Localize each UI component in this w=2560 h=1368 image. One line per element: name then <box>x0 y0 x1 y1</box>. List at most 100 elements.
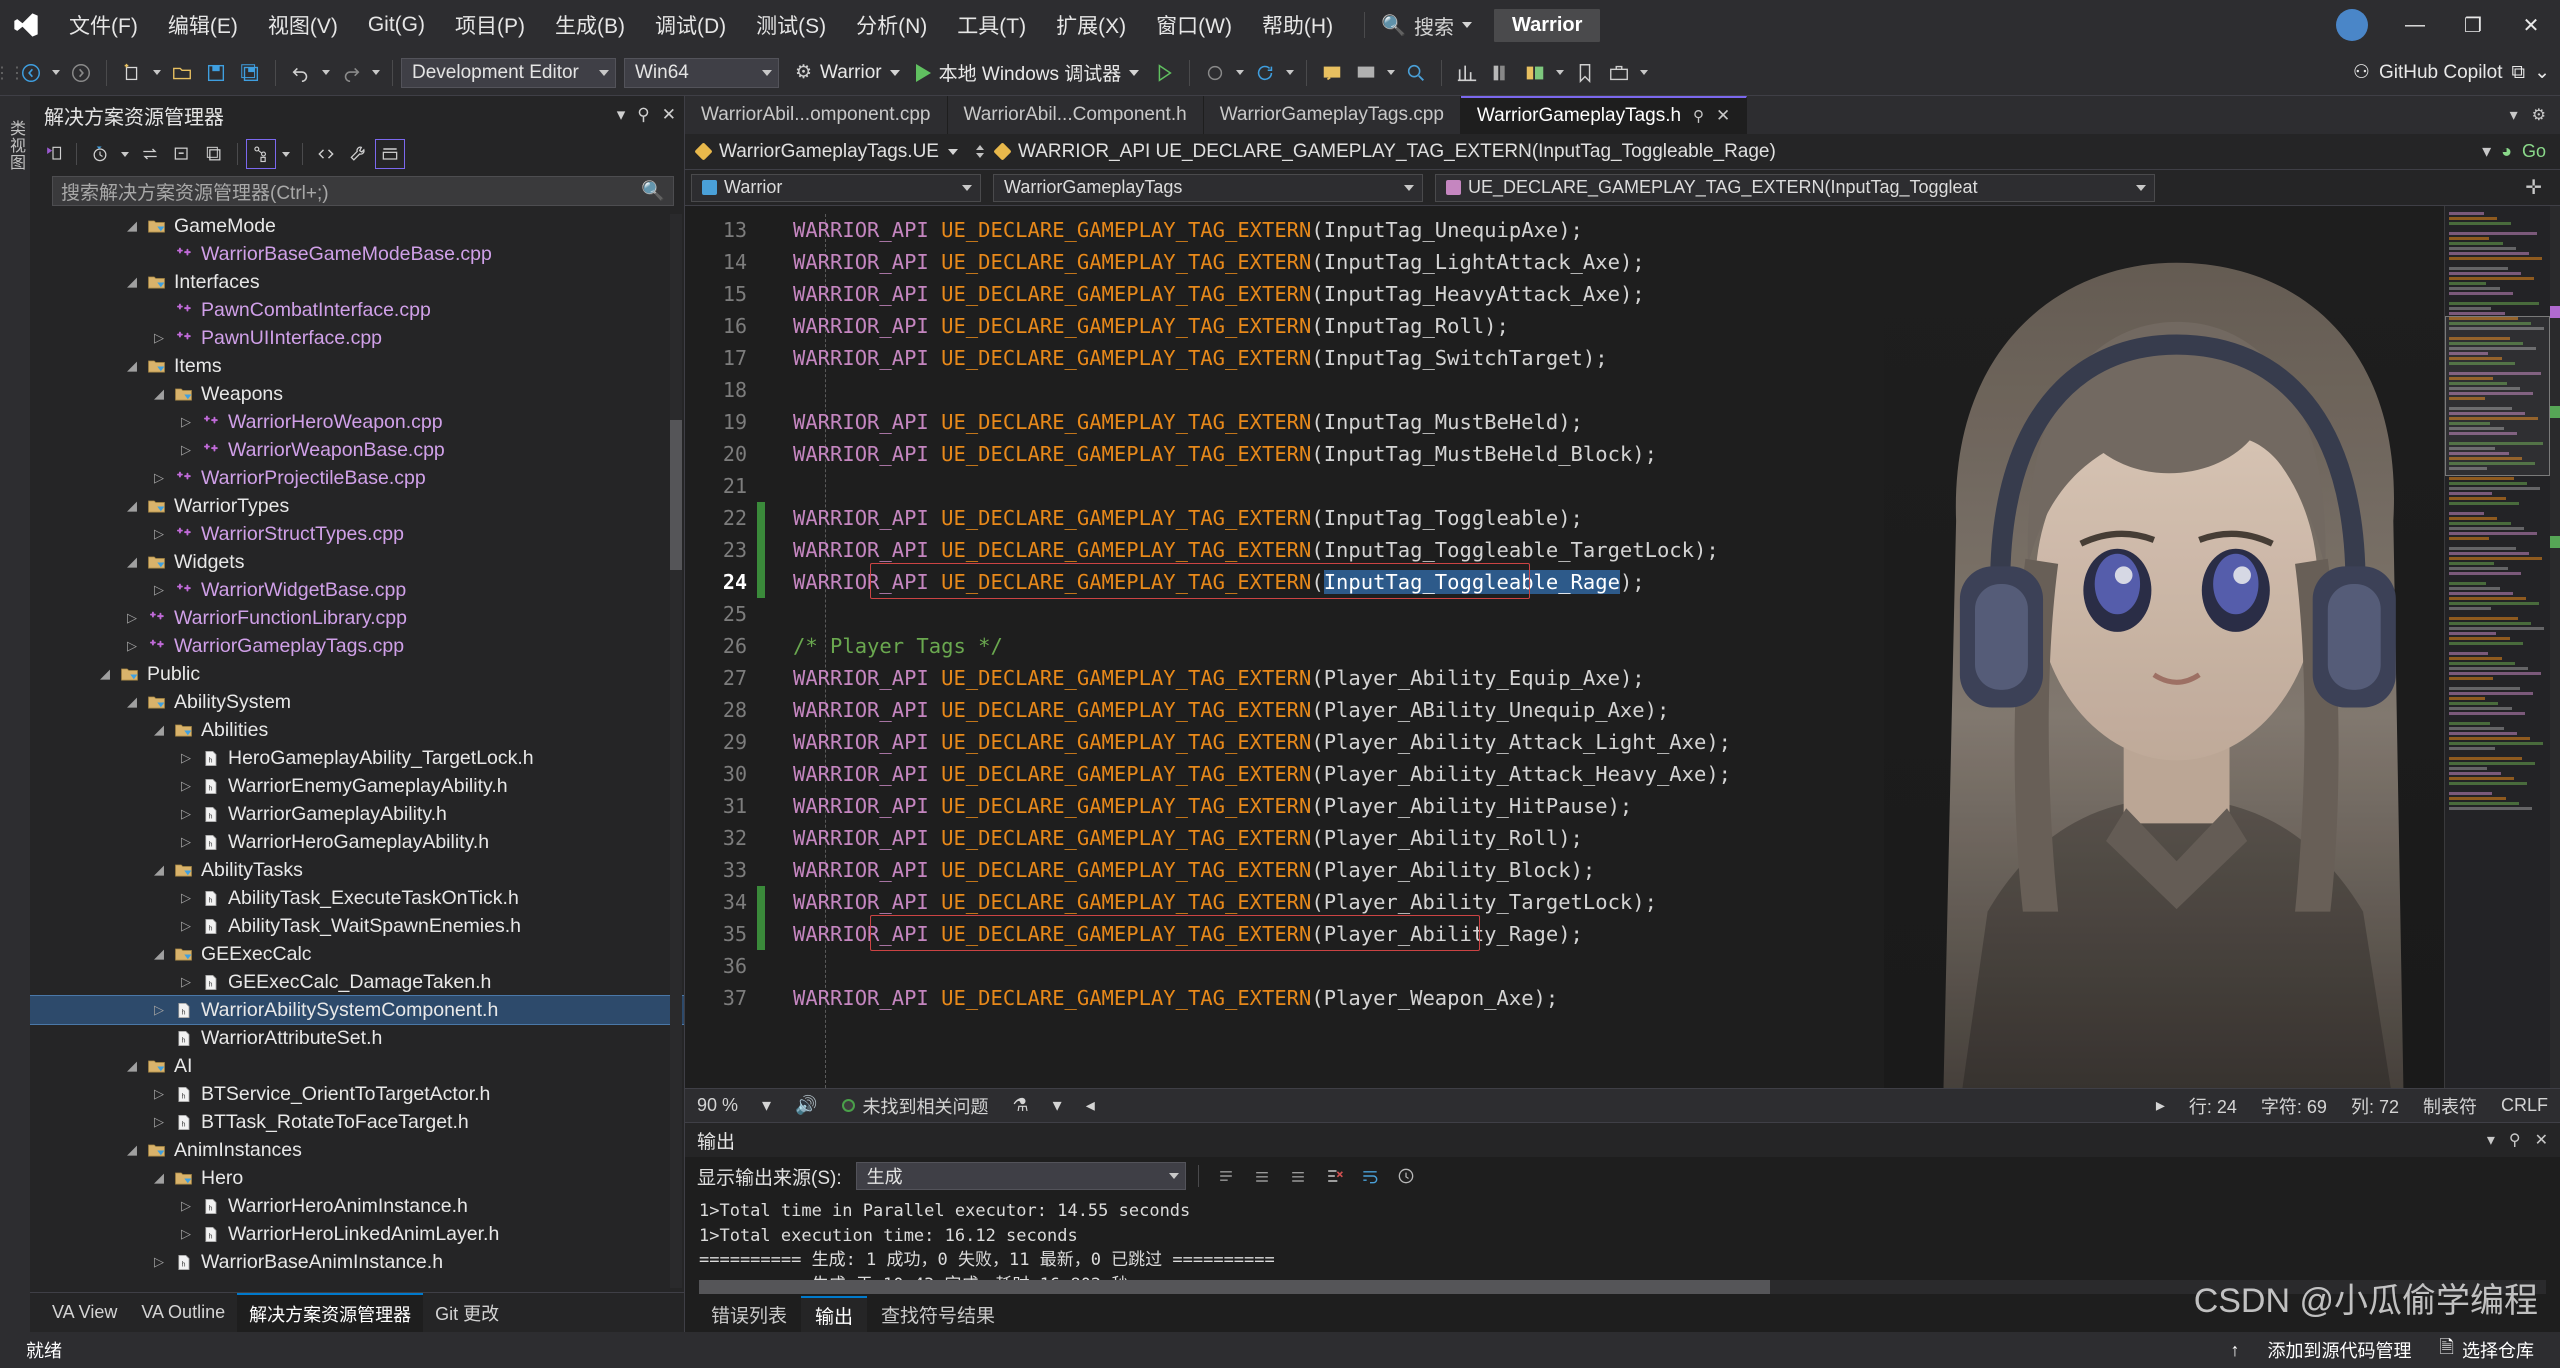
view-code-icon[interactable] <box>311 139 341 169</box>
twisty-collapsed-icon[interactable]: ▷ <box>175 890 197 906</box>
twisty-expanded-icon[interactable]: ◢ <box>148 862 170 878</box>
tree-scrollbar-thumb[interactable] <box>670 420 682 570</box>
github-copilot-button[interactable]: ⚇ GitHub Copilot ⧉ ⌄ <box>2353 61 2560 84</box>
tree-item-warriorabilitysystemcomponent-h[interactable]: ▷ h WarriorAbilitySystemComponent.h <box>30 995 684 1025</box>
zoom-dropdown-icon[interactable]: ▾ <box>750 1095 783 1116</box>
columns-icon[interactable] <box>1484 56 1518 90</box>
refresh-dropdown[interactable] <box>1282 56 1298 90</box>
twisty-expanded-icon[interactable]: ◢ <box>148 1170 170 1186</box>
solution-platform-combo[interactable]: Win64 <box>624 57 779 88</box>
close-icon[interactable]: ✕ <box>1716 106 1730 126</box>
find-references-icon[interactable] <box>1399 56 1433 90</box>
tree-item-warriorbaseaniminstance-h[interactable]: ▷ h WarriorBaseAnimInstance.h <box>30 1248 684 1276</box>
save-icon[interactable] <box>199 56 233 90</box>
vertical-scrollbar[interactable] <box>2550 206 2560 1088</box>
tab-solution-explorer[interactable]: 解决方案资源管理器 <box>237 1293 424 1332</box>
tree-item-animinstances[interactable]: ◢ AnimInstances <box>30 1136 684 1164</box>
collapse-all-icon[interactable] <box>167 139 197 169</box>
tree-item-warriorprojectilebase-cpp[interactable]: ▷ WarriorProjectileBase.cpp <box>30 464 684 492</box>
menu-item-help[interactable]: 帮助(H) <box>1247 0 1348 50</box>
navigate-back-dropdown[interactable] <box>48 56 64 90</box>
refresh-icon[interactable] <box>1248 56 1282 90</box>
twisty-expanded-icon[interactable]: ◢ <box>148 722 170 738</box>
code-cleanup-dropdown[interactable]: ▾ <box>1041 1095 1074 1116</box>
properties-wrench-icon[interactable] <box>343 139 373 169</box>
tree-item-warriorweaponbase-cpp[interactable]: ▷ WarriorWeaponBase.cpp <box>30 436 684 464</box>
class-view-vertical-tab[interactable]: 类视图 <box>0 110 31 181</box>
undo-dropdown[interactable] <box>318 56 334 90</box>
uncomment-block-icon[interactable] <box>1349 56 1383 90</box>
twisty-expanded-icon[interactable]: ◢ <box>121 358 143 374</box>
menu-item-git[interactable]: Git(G) <box>353 0 440 50</box>
tree-item-warriorherogameplayability-h[interactable]: ▷ h WarriorHeroGameplayAbility.h <box>30 828 684 856</box>
clear-all-icon[interactable] <box>1319 1162 1349 1190</box>
tree-item-public[interactable]: ◢ Public <box>30 660 684 688</box>
navigate-back-icon[interactable] <box>14 56 48 90</box>
tree-item-interfaces[interactable]: ◢ Interfaces <box>30 268 684 296</box>
prev-issue-icon[interactable]: ◂ <box>1074 1095 1107 1116</box>
tree-item-abilitytask-waitspawnenemies-h[interactable]: ▷ h AbilityTask_WaitSpawnEnemies.h <box>30 912 684 940</box>
chevron-down-icon[interactable]: ▾ <box>2482 141 2491 162</box>
solution-view-toggle-icon[interactable] <box>246 139 276 169</box>
tree-item-geexeccalc[interactable]: ◢ GEExecCalc <box>30 940 684 968</box>
tree-item-herogameplayability-targetlock-h[interactable]: ▷ h HeroGameplayAbility_TargetLock.h <box>30 744 684 772</box>
attach-dropdown[interactable] <box>1232 56 1248 90</box>
menu-item-window[interactable]: 窗口(W) <box>1141 0 1247 50</box>
solution-configuration-combo[interactable]: Development Editor <box>401 57 616 88</box>
solution-explorer-tree[interactable]: ◢ GameMode WarriorBaseGameModeBase.cpp ◢ Int… <box>30 210 684 1292</box>
tree-item-warriorattributeset-h[interactable]: h WarriorAttributeSet.h <box>30 1024 684 1052</box>
chevron-down-icon[interactable]: ▾ <box>2510 105 2518 125</box>
menu-item-test[interactable]: 测试(S) <box>741 0 841 50</box>
new-project-icon[interactable] <box>115 56 149 90</box>
tree-item-items[interactable]: ◢ Items <box>30 352 684 380</box>
show-output-window-icon[interactable] <box>1391 1162 1421 1190</box>
tree-scrollbar[interactable] <box>670 214 682 1288</box>
toolbar-grip[interactable]: ⋮⋮ <box>0 60 25 86</box>
tab-error-list[interactable]: 错误列表 <box>697 1296 801 1332</box>
menu-item-edit[interactable]: 编辑(E) <box>153 0 253 50</box>
tab-va-view[interactable]: VA View <box>40 1293 129 1332</box>
go-to-previous-icon[interactable] <box>1247 1162 1277 1190</box>
tree-item-hero[interactable]: ◢ Hero <box>30 1164 684 1192</box>
solution-explorer-home-icon[interactable] <box>38 139 68 169</box>
twisty-collapsed-icon[interactable]: ▷ <box>148 330 170 346</box>
file-selector[interactable]: WarriorGameplayTags <box>993 173 1423 202</box>
breadcrumb-scope[interactable]: WarriorGameplayTags.UE <box>685 141 970 163</box>
global-search[interactable]: 🔍 搜索 <box>1381 11 1472 40</box>
startup-project-selector[interactable]: ⚙ Warrior <box>787 56 908 90</box>
new-project-dropdown[interactable] <box>149 56 165 90</box>
code-editor[interactable]: 13 14 15 16 17 18 19 20 21 22 23 24 25 26 27 28 29 30 31 32… <box>685 206 2560 1088</box>
gear-icon[interactable]: ⚙ <box>2532 105 2546 125</box>
tree-item-btservice-orienttotargetactor-h[interactable]: ▷ h BTService_OrientToTargetActor.h <box>30 1080 684 1108</box>
start-debugging-button[interactable]: 本地 Windows 调试器 <box>908 56 1148 90</box>
editor-tab-warriorgameplaytags-cpp[interactable]: WarriorGameplayTags.cpp <box>1203 96 1461 134</box>
comment-dropdown[interactable] <box>1383 56 1399 90</box>
save-all-icon[interactable] <box>233 56 267 90</box>
undo-icon[interactable] <box>284 56 318 90</box>
tree-item-abilitysystem[interactable]: ◢ AbilitySystem <box>30 688 684 716</box>
twisty-collapsed-icon[interactable]: ▷ <box>148 1002 170 1018</box>
twisty-expanded-icon[interactable]: ◢ <box>121 694 143 710</box>
spell-check-icon[interactable]: 🔊 <box>783 1095 829 1116</box>
pin-icon[interactable]: ⚲ <box>637 105 649 125</box>
menu-item-debug[interactable]: 调试(D) <box>640 0 741 50</box>
tab-output[interactable]: 输出 <box>801 1296 868 1332</box>
layout-dropdown[interactable] <box>1552 56 1568 90</box>
pin-icon[interactable]: ⚲ <box>1693 107 1704 125</box>
tree-item-warriorheroaniminstance-h[interactable]: ▷ h WarriorHeroAnimInstance.h <box>30 1192 684 1220</box>
zoom-level[interactable]: 90 % <box>685 1095 750 1116</box>
twisty-expanded-icon[interactable]: ◢ <box>121 1058 143 1074</box>
tree-item-warriorbasegamemodebase-cpp[interactable]: WarriorBaseGameModeBase.cpp <box>30 240 684 268</box>
close-button[interactable]: ✕ <box>2502 0 2560 50</box>
menu-item-file[interactable]: 文件(F) <box>54 0 153 50</box>
show-all-files-icon[interactable] <box>199 139 229 169</box>
bookmark-icon[interactable] <box>1568 56 1602 90</box>
twisty-collapsed-icon[interactable]: ▷ <box>148 1086 170 1102</box>
menu-item-tools[interactable]: 工具(T) <box>942 0 1041 50</box>
menu-item-analyze[interactable]: 分析(N) <box>841 0 942 50</box>
indent-mode[interactable]: 制表符 <box>2411 1093 2489 1119</box>
tree-item-ai[interactable]: ◢ AI <box>30 1052 684 1080</box>
twisty-expanded-icon[interactable]: ◢ <box>121 274 143 290</box>
close-icon[interactable]: ✕ <box>662 105 676 125</box>
status-up-arrow-icon[interactable]: ↑ <box>2217 1340 2254 1361</box>
